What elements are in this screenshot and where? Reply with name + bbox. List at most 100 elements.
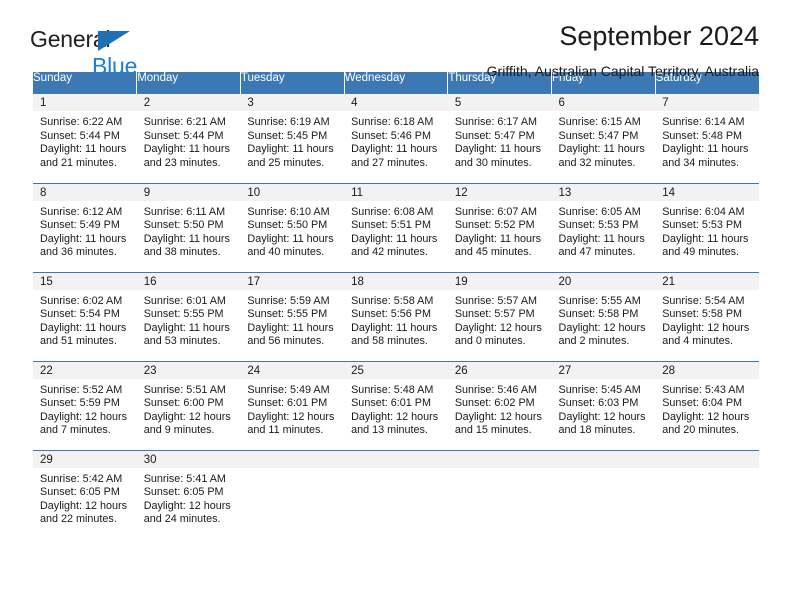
day-number: 13 [551,183,656,201]
day-number: 12 [447,183,552,201]
daylight-text: Daylight: 12 hours and 0 minutes. [454,321,542,348]
sunrise-text: Sunrise: 6:19 AM [247,116,330,128]
sunset-text: Sunset: 5:47 PM [454,129,535,142]
calendar-day-cell[interactable]: 9 Sunrise: 6:11 AM Sunset: 5:50 PM Daylight… [136,182,241,272]
daylight-text: Daylight: 11 hours and 47 minutes. [558,232,645,259]
calendar-day-cell-empty [551,449,656,539]
day-details: Sunrise: 5:46 AM Sunset: 6:02 PM Daylight:… [448,379,552,438]
day-details: Sunrise: 6:15 AM Sunset: 5:47 PM Daylight:… [552,111,656,170]
day-details: Sunrise: 6:17 AM Sunset: 5:47 PM Daylight:… [448,111,552,170]
sunset-text: Sunset: 5:55 PM [247,308,328,321]
sunrise-text: Sunrise: 5:52 AM [40,383,123,396]
calendar-day-cell-empty [655,449,759,539]
day-details: Sunrise: 5:49 AM Sunset: 6:01 PM Daylight:… [240,379,344,438]
page-title: September 2024 [559,21,759,51]
calendar-day-cell[interactable]: 20 Sunrise: 5:55 AM Sunset: 5:58 PM Dayligh… [551,271,656,361]
daylight-text: Daylight: 12 hours and 18 minutes. [558,410,646,437]
day-number: 4 [344,94,448,111]
sunrise-text: Sunrise: 5:51 AM [143,383,226,396]
calendar-day-cell[interactable]: 1 Sunrise: 6:22 AM Sunset: 5:44 PM Daylight… [33,94,137,183]
daylight-text: Daylight: 11 hours and 32 minutes. [558,143,645,169]
sunrise-text: Sunrise: 6:15 AM [558,116,641,128]
daylight-text: Daylight: 11 hours and 58 minutes. [351,321,438,348]
daylight-text: Daylight: 12 hours and 11 minutes. [247,410,335,437]
calendar-day-cell[interactable]: 7 Sunrise: 6:14 AM Sunset: 5:48 PM Daylight… [655,94,759,183]
calendar-day-cell[interactable]: 6 Sunrise: 6:15 AM Sunset: 5:47 PM Daylight… [551,94,656,183]
daylight-text: Daylight: 12 hours and 9 minutes. [143,410,231,437]
calendar-day-cell[interactable]: 19 Sunrise: 5:57 AM Sunset: 5:57 PM Dayligh… [447,271,552,361]
day-number: 3 [240,94,345,111]
daylight-text: Daylight: 12 hours and 7 minutes. [40,410,128,437]
day-number [551,450,656,468]
calendar-day-cell[interactable]: 17 Sunrise: 5:59 AM Sunset: 5:55 PM Dayligh… [240,271,345,361]
calendar-day-cell[interactable]: 16 Sunrise: 6:01 AM Sunset: 5:55 PM Dayligh… [136,271,241,361]
sunrise-text: Sunrise: 5:55 AM [558,294,641,307]
day-number: 17 [240,272,345,290]
daylight-text: Daylight: 11 hours and 40 minutes. [247,232,334,259]
calendar-day-cell[interactable]: 5 Sunrise: 6:17 AM Sunset: 5:47 PM Daylight… [447,94,552,183]
day-number: 7 [655,94,759,111]
calendar-day-cell[interactable]: 15 Sunrise: 6:02 AM Sunset: 5:54 PM Dayligh… [33,271,137,361]
calendar-day-cell[interactable]: 24 Sunrise: 5:49 AM Sunset: 6:01 PM Dayligh… [240,360,345,450]
sunrise-text: Sunrise: 6:02 AM [40,294,123,307]
calendar-day-cell[interactable]: 3 Sunrise: 6:19 AM Sunset: 5:45 PM Daylight… [240,94,345,183]
daylight-text: Daylight: 11 hours and 38 minutes. [143,232,230,259]
daylight-text: Daylight: 12 hours and 20 minutes. [662,410,750,437]
sunrise-text: Sunrise: 6:18 AM [351,116,434,128]
calendar-day-cell-empty [344,449,448,539]
sunset-text: Sunset: 5:46 PM [351,129,431,142]
calendar-day-cell[interactable]: 8 Sunrise: 6:12 AM Sunset: 5:49 PM Daylight… [33,182,137,272]
daylight-text: Daylight: 11 hours and 25 minutes. [247,143,334,169]
calendar: Sunday Monday Tuesday Wednesday Thursday… [33,72,759,539]
calendar-day-cell[interactable]: 22 Sunrise: 5:52 AM Sunset: 5:59 PM Dayligh… [33,360,137,450]
sunset-text: Sunset: 5:53 PM [662,219,743,232]
daylight-text: Daylight: 11 hours and 49 minutes. [662,232,749,259]
day-number: 20 [551,272,656,290]
sunset-text: Sunset: 5:47 PM [558,129,639,142]
sunset-text: Sunset: 5:50 PM [143,219,224,232]
sunrise-text: Sunrise: 5:46 AM [454,383,538,396]
calendar-day-cell[interactable]: 2 Sunrise: 6:21 AM Sunset: 5:44 PM Daylight… [136,94,241,183]
day-details: Sunrise: 5:55 AM Sunset: 5:58 PM Daylight:… [552,290,656,349]
calendar-week-row: 8 Sunrise: 6:12 AM Sunset: 5:49 PM Daylight… [33,182,759,272]
sunrise-text: Sunrise: 5:41 AM [143,472,226,485]
calendar-day-cell[interactable]: 26 Sunrise: 5:46 AM Sunset: 6:02 PM Dayligh… [447,360,552,450]
sunrise-text: Sunrise: 5:59 AM [247,294,330,307]
day-details: Sunrise: 6:14 AM Sunset: 5:48 PM Daylight:… [655,111,759,170]
day-details: Sunrise: 6:10 AM Sunset: 5:50 PM Daylight:… [240,201,344,260]
sunset-text: Sunset: 6:03 PM [558,397,639,410]
daylight-text: Daylight: 11 hours and 45 minutes. [454,232,542,259]
calendar-day-cell[interactable]: 13 Sunrise: 6:05 AM Sunset: 5:53 PM Dayligh… [551,182,656,272]
calendar-day-cell[interactable]: 4 Sunrise: 6:18 AM Sunset: 5:46 PM Daylight… [344,94,448,183]
calendar-day-cell[interactable]: 28 Sunrise: 5:43 AM Sunset: 6:04 PM Dayligh… [655,360,759,450]
logo-blue-label: Blue [92,53,138,79]
calendar-day-cell[interactable]: 18 Sunrise: 5:58 AM Sunset: 5:56 PM Dayligh… [344,271,448,361]
calendar-day-cell[interactable]: 21 Sunrise: 5:54 AM Sunset: 5:58 PM Dayligh… [655,271,759,361]
daylight-text: Daylight: 12 hours and 24 minutes. [143,499,231,526]
day-details: Sunrise: 5:54 AM Sunset: 5:58 PM Daylight:… [655,290,759,349]
calendar-day-cell[interactable]: 30 Sunrise: 5:41 AM Sunset: 6:05 PM Dayligh… [136,449,241,539]
daylight-text: Daylight: 12 hours and 22 minutes. [40,499,128,526]
sunset-text: Sunset: 5:59 PM [40,397,120,410]
calendar-day-cell[interactable]: 11 Sunrise: 6:08 AM Sunset: 5:51 PM Dayligh… [344,182,448,272]
daylight-text: Daylight: 11 hours and 27 minutes. [351,143,438,169]
daylight-text: Daylight: 12 hours and 15 minutes. [454,410,542,437]
calendar-day-cell[interactable]: 23 Sunrise: 5:51 AM Sunset: 6:00 PM Dayligh… [136,360,241,450]
day-number: 2 [136,94,241,111]
day-number: 5 [447,94,552,111]
day-details: Sunrise: 5:59 AM Sunset: 5:55 PM Daylight:… [240,290,344,349]
calendar-day-cell[interactable]: 14 Sunrise: 6:04 AM Sunset: 5:53 PM Dayligh… [655,182,759,272]
calendar-day-cell[interactable]: 12 Sunrise: 6:07 AM Sunset: 5:52 PM Dayligh… [447,182,552,272]
calendar-day-cell[interactable]: 25 Sunrise: 5:48 AM Sunset: 6:01 PM Dayligh… [344,360,448,450]
day-details: Sunrise: 6:11 AM Sunset: 5:50 PM Daylight:… [137,201,241,260]
day-number: 19 [447,272,552,290]
calendar-day-cell[interactable]: 27 Sunrise: 5:45 AM Sunset: 6:03 PM Dayligh… [551,360,656,450]
calendar-day-cell[interactable]: 10 Sunrise: 6:10 AM Sunset: 5:50 PM Dayligh… [240,182,345,272]
sunset-text: Sunset: 6:01 PM [351,397,431,410]
day-number: 15 [33,272,137,290]
calendar-day-cell[interactable]: 29 Sunrise: 5:42 AM Sunset: 6:05 PM Dayligh… [33,449,137,539]
sunrise-text: Sunrise: 5:54 AM [662,294,745,307]
daylight-text: Daylight: 11 hours and 23 minutes. [143,143,230,169]
day-number [447,450,552,468]
general-blue-logo[interactable]: General Blue [30,28,200,80]
